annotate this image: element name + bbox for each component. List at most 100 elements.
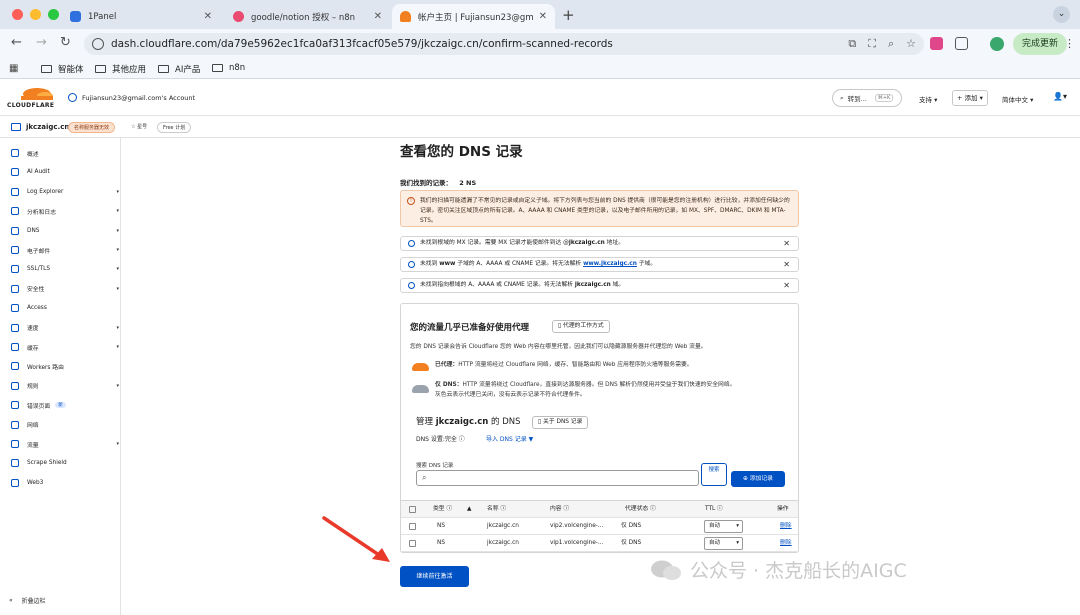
- ttl-select[interactable]: 自动 ▾: [704, 520, 743, 533]
- add-record-button[interactable]: ⊕ 添加记录: [731, 471, 785, 487]
- sidebar-item-item-3[interactable]: 分析和日志 ▾: [11, 204, 119, 218]
- import-dns-records-link[interactable]: 导入 DNS 记录 ▼: [486, 434, 533, 443]
- url-text[interactable]: dash.cloudflare.com/da79e5962ec1fca0af31…: [111, 38, 613, 50]
- zone-name[interactable]: jkczaigc.cn: [26, 123, 69, 131]
- www-link[interactable]: www.jkczaigc.cn: [583, 261, 637, 267]
- cloudflare-icon: [400, 11, 411, 22]
- sidebar-item-item-5[interactable]: 电子邮件 ▾: [11, 243, 119, 257]
- close-tab-icon[interactable]: ✕: [374, 11, 382, 22]
- chevron-down-icon[interactable]: ▾: [116, 208, 119, 214]
- proxy-header[interactable]: 代理状态 ⓘ: [625, 501, 656, 518]
- close-window-button[interactable]: [12, 9, 23, 20]
- chevron-down-icon[interactable]: ▾: [116, 228, 119, 234]
- chevron-down-icon[interactable]: ▾: [116, 266, 119, 272]
- sidebar-item-item-15[interactable]: 流量 ▾: [11, 437, 119, 451]
- sidebar-item-log-explorer[interactable]: Log Explorer ▾: [11, 185, 119, 199]
- sidebar-item-item-0[interactable]: 概述: [11, 146, 119, 160]
- user-menu-icon[interactable]: 👤▾: [1053, 92, 1067, 101]
- ttl-header[interactable]: TTL ⓘ: [705, 501, 723, 518]
- goto-search[interactable]: ⌕ 转到... ⌘+K: [832, 89, 902, 107]
- chevron-down-icon[interactable]: ▾: [116, 325, 119, 331]
- how-proxy-works-button[interactable]: ▯ 代理的工作方式: [552, 320, 610, 333]
- ttl-select[interactable]: 自动 ▾: [704, 537, 743, 550]
- close-icon[interactable]: ✕: [783, 279, 790, 292]
- chevron-down-icon[interactable]: ▾: [116, 344, 119, 350]
- zoom-icon[interactable]: ⌕: [888, 37, 894, 51]
- star-button[interactable]: ☆ 星号: [126, 122, 152, 133]
- row-checkbox[interactable]: [409, 523, 416, 530]
- close-tab-icon[interactable]: ✕: [204, 11, 212, 22]
- sidebar-item-ssl-tls[interactable]: SSL/TLS ▾: [11, 262, 119, 276]
- bookmark-folder[interactable]: n8n: [212, 63, 245, 73]
- chevron-down-icon[interactable]: ▾: [116, 286, 119, 292]
- address-bar[interactable]: dash.cloudflare.com/da79e5962ec1fca0af31…: [84, 33, 924, 55]
- forward-icon[interactable]: →: [36, 35, 47, 50]
- sidebar-item-item-10[interactable]: 缓存 ▾: [11, 340, 119, 354]
- extensions-puzzle-icon[interactable]: [955, 37, 968, 50]
- close-icon[interactable]: ✕: [783, 258, 790, 271]
- sidebar-item-access[interactable]: Access: [11, 301, 119, 315]
- tab-n8n[interactable]: goodle/notion 授权 – n8n ✕: [225, 4, 390, 29]
- maximize-window-button[interactable]: [48, 9, 59, 20]
- tab-1panel[interactable]: 1Panel ✕: [62, 4, 220, 29]
- select-all-checkbox[interactable]: [409, 506, 416, 513]
- back-icon[interactable]: ←: [11, 35, 22, 50]
- collapse-sidebar-button[interactable]: « 折叠边栏: [9, 596, 46, 605]
- chevron-down-icon[interactable]: ▾: [116, 441, 119, 447]
- site-info-icon[interactable]: [92, 38, 104, 50]
- sidebar-item-dns[interactable]: DNS ▾: [11, 224, 119, 238]
- close-tab-icon[interactable]: ✕: [539, 11, 547, 22]
- continue-to-activation-button[interactable]: 继续前往激活: [400, 566, 469, 587]
- reload-icon[interactable]: ↻: [60, 35, 71, 50]
- dns-search-input[interactable]: ⌕: [416, 470, 699, 486]
- warning-icon: !: [407, 197, 415, 205]
- sort-icon[interactable]: ▲: [467, 501, 471, 518]
- about-dns-records-button[interactable]: ▯ 关于 DNS 记录: [532, 416, 589, 429]
- name-header[interactable]: 名称 ⓘ: [487, 501, 506, 518]
- language-menu[interactable]: 简体中文 ▾: [1002, 94, 1033, 104]
- chevron-down-icon[interactable]: ▾: [116, 189, 119, 195]
- new-tab-button[interactable]: +: [562, 6, 575, 24]
- account-selector[interactable]: Fujiansun23@gmail.com's Account: [68, 93, 195, 102]
- chevron-down-icon[interactable]: ▾: [116, 383, 119, 389]
- sidebar-item-item-9[interactable]: 速度 ▾: [11, 321, 119, 335]
- browser-menu-icon[interactable]: ⋮: [1064, 37, 1075, 50]
- record-content: vip2.volcengine-...: [550, 523, 604, 529]
- add-menu[interactable]: + 添加 ▾: [952, 90, 988, 106]
- update-button[interactable]: 完成更新: [1013, 33, 1068, 55]
- sidebar-item-item-12[interactable]: 规则 ▾: [11, 379, 119, 393]
- sidebar-item-item-13[interactable]: 错误页面新: [11, 398, 119, 412]
- delete-link[interactable]: 删除: [780, 535, 792, 552]
- row-checkbox[interactable]: [409, 540, 416, 547]
- support-label: 支持: [919, 96, 932, 104]
- chevron-down-icon[interactable]: ▾: [116, 247, 119, 253]
- extension-icon[interactable]: [930, 37, 943, 50]
- tab-search-icon[interactable]: ⌄: [1053, 6, 1070, 23]
- apps-grid-icon[interactable]: ▦: [9, 63, 18, 74]
- cloudflare-logo[interactable]: CLOUDFLARE: [7, 85, 59, 111]
- bookmark-folder[interactable]: AI产品: [158, 63, 200, 75]
- sidebar-item-scrape-shield[interactable]: Scrape Shield: [11, 456, 119, 470]
- close-icon[interactable]: ✕: [783, 237, 790, 250]
- sidebar-item-item-14[interactable]: 网络: [11, 418, 119, 432]
- sidebar-item-web3[interactable]: Web3: [11, 476, 119, 490]
- sidebar-item-ai-audit[interactable]: AI Audit: [11, 165, 119, 179]
- support-menu[interactable]: 支持 ▾: [919, 94, 937, 104]
- ttl-value: 自动: [709, 540, 721, 546]
- profile-avatar[interactable]: [990, 37, 1004, 51]
- content-header[interactable]: 内容 ⓘ: [550, 501, 569, 518]
- sidebar-item-item-7[interactable]: 安全性 ▾: [11, 282, 119, 296]
- nav-icon: [11, 478, 19, 487]
- bookmark-folder[interactable]: 智能体: [41, 63, 84, 75]
- bookmark-folder[interactable]: 其他应用: [95, 63, 146, 75]
- search-button[interactable]: 搜索: [701, 463, 727, 486]
- bookmark-star-icon[interactable]: ☆: [906, 37, 916, 51]
- delete-link[interactable]: 删除: [780, 518, 792, 535]
- type-header[interactable]: 类型 ⓘ: [433, 501, 452, 518]
- install-app-icon[interactable]: ⧉: [848, 37, 856, 51]
- minimize-window-button[interactable]: [30, 9, 41, 20]
- sidebar-item-workers[interactable]: Workers 路由: [11, 359, 119, 373]
- search-icon: ⌕: [422, 473, 427, 482]
- translate-icon[interactable]: ⛶: [868, 37, 876, 51]
- tab-cloudflare[interactable]: 帐户主页 | Fujiansun23@gmail ✕: [392, 4, 555, 29]
